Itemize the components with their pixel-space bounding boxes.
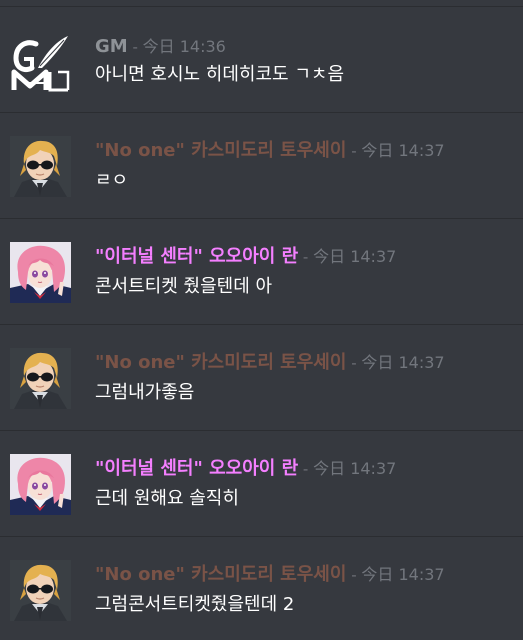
author-name[interactable]: "No one" 카스미도리 토우세이 bbox=[95, 564, 346, 585]
timestamp-separator: - bbox=[127, 38, 143, 56]
message-header: "이터널 센터" 오오아이 란 - 今日 14:37 bbox=[95, 247, 396, 267]
blond-glasses-avatar[interactable] bbox=[10, 136, 71, 197]
author-name[interactable]: GM bbox=[95, 36, 128, 57]
message-content: 근데 원해요 솔직히 bbox=[95, 488, 239, 509]
message-timestamp: 今日 14:37 bbox=[361, 565, 445, 584]
timestamp-separator: - bbox=[346, 566, 362, 584]
chat-message[interactable]: "No one" 카스미도리 토우세이 - 今日 14:37 ㄹㅇ bbox=[0, 113, 523, 218]
message-timestamp: 今日 14:37 bbox=[313, 247, 397, 266]
chat-message[interactable]: "이터널 센터" 오오아이 란 - 今日 14:37 근데 원해요 솔직히 bbox=[0, 431, 523, 536]
timestamp-separator: - bbox=[298, 248, 314, 266]
message-content: 콘서트티켓 줬을텐데 아 bbox=[95, 276, 273, 297]
chat-message[interactable]: GM - 今日 14:36 아니면 호시노 히데히코도 ㄱㅊ음 bbox=[0, 7, 523, 112]
timestamp-separator: - bbox=[346, 142, 362, 160]
message-timestamp: 今日 14:37 bbox=[361, 353, 445, 372]
message-header: "No one" 카스미도리 토우세이 - 今日 14:37 bbox=[95, 141, 445, 161]
author-name[interactable]: "이터널 센터" 오오아이 란 bbox=[95, 458, 298, 479]
message-header: "No one" 카스미도리 토우세이 - 今日 14:37 bbox=[95, 353, 445, 373]
blond-glasses-avatar[interactable] bbox=[10, 348, 71, 409]
chat-message[interactable]: "No one" 카스미도리 토우세이 - 今日 14:37 그럼내가좋음 bbox=[0, 325, 523, 430]
message-timestamp: 今日 14:37 bbox=[313, 459, 397, 478]
message-content: 아니면 호시노 히데히코도 ㄱㅊ음 bbox=[95, 64, 345, 85]
message-timestamp: 今日 14:36 bbox=[142, 37, 226, 56]
message-content: 그럼콘서트티켓줬을텐데 2 bbox=[95, 594, 295, 615]
gm-logo-icon[interactable] bbox=[10, 32, 71, 93]
message-header: "이터널 센터" 오오아이 란 - 今日 14:37 bbox=[95, 459, 396, 479]
author-name[interactable]: "No one" 카스미도리 토우세이 bbox=[95, 352, 346, 373]
message-timestamp: 今日 14:37 bbox=[361, 141, 445, 160]
message-content: 그럼내가좋음 bbox=[95, 382, 195, 403]
message-header: "No one" 카스미도리 토우세이 - 今日 14:37 bbox=[95, 565, 445, 585]
author-name[interactable]: "No one" 카스미도리 토우세이 bbox=[95, 140, 346, 161]
chat-message[interactable]: "No one" 카스미도리 토우세이 - 今日 14:37 그럼콘서트티켓줬을… bbox=[0, 537, 523, 640]
message-header: GM - 今日 14:36 bbox=[95, 37, 226, 57]
blond-glasses-avatar[interactable] bbox=[10, 560, 71, 621]
timestamp-separator: - bbox=[298, 460, 314, 478]
pink-hair-avatar[interactable] bbox=[10, 242, 71, 303]
author-name[interactable]: "이터널 센터" 오오아이 란 bbox=[95, 246, 298, 267]
timestamp-separator: - bbox=[346, 354, 362, 372]
chat-message[interactable]: "이터널 센터" 오오아이 란 - 今日 14:37 콘서트티켓 줬을텐데 아 bbox=[0, 219, 523, 324]
pink-hair-avatar[interactable] bbox=[10, 454, 71, 515]
chat-message-list: GM - 今日 14:36 아니면 호시노 히데히코도 ㄱㅊ음 "No one"… bbox=[0, 0, 523, 640]
message-content: ㄹㅇ bbox=[95, 170, 129, 191]
